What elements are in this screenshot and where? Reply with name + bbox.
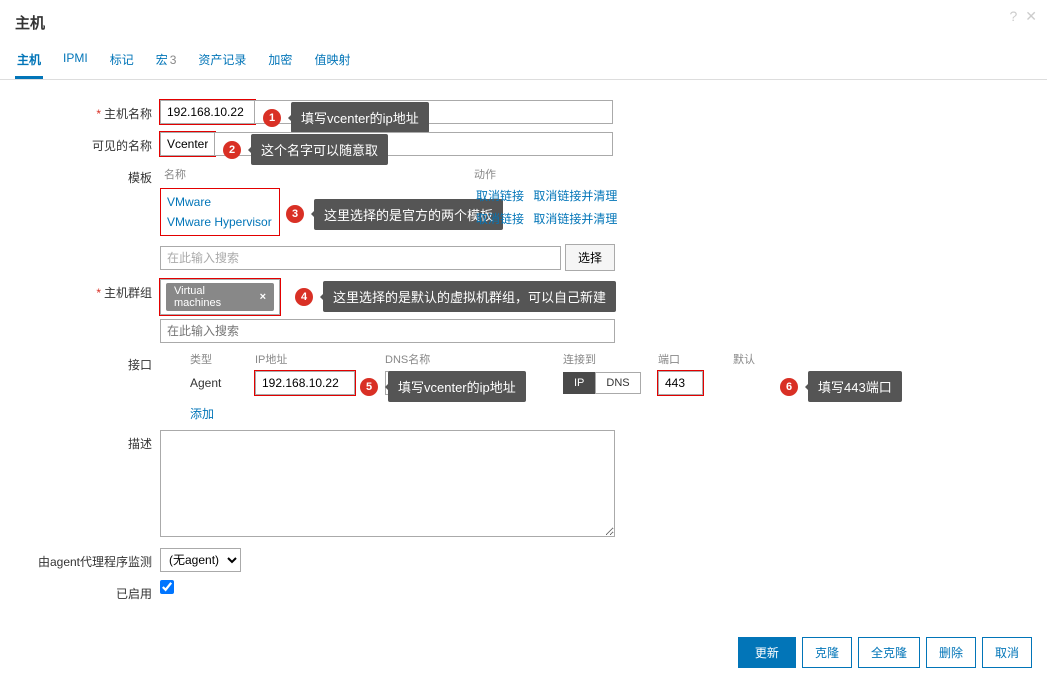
label-visible-name: 可见的名称 [92,139,152,153]
tab-macros[interactable]: 宏3 [154,43,179,79]
unlink-clear-link[interactable]: 取消链接并清理 [533,212,617,226]
connect-ip-toggle[interactable]: IP [563,372,595,394]
visible-name-input[interactable] [160,132,215,156]
tab-tags[interactable]: 标记 [108,43,136,79]
tab-inventory[interactable]: 资产记录 [196,43,248,79]
clone-button[interactable]: 克隆 [802,637,852,668]
group-tag: Virtual machines× [166,283,274,311]
group-search-input[interactable] [160,319,615,343]
proxy-select[interactable]: (无agent) [160,548,241,572]
host-dialog: 主机 ? ✕ 主机 IPMI 标记 宏3 资产记录 加密 值映射 *主机名称 1… [0,0,1047,683]
template-col-name: 名称 [164,166,474,182]
description-textarea[interactable] [160,430,615,537]
template-link[interactable]: VMware Hypervisor [161,212,279,232]
titlebar: 主机 ? ✕ [0,0,1047,43]
visible-name-input-ext[interactable] [215,132,613,156]
annotation-badge-3: 3 [286,205,304,223]
iface-type: Agent [190,376,255,390]
template-col-action: 动作 [474,166,496,182]
update-button[interactable]: 更新 [738,637,796,668]
label-monitored-by: 由agent代理程序监测 [38,555,152,569]
form: *主机名称 1 填写vcenter的ip地址 可见的名称 2 这个名字可以随意取 [0,80,1047,625]
unlink-link[interactable]: 取消链接 [476,189,524,203]
hostname-input[interactable] [160,100,255,124]
label-description: 描述 [128,437,152,451]
annotation-badge-6: 6 [780,378,798,396]
close-icon[interactable]: ✕ [1025,8,1037,25]
full-clone-button[interactable]: 全克隆 [858,637,920,668]
tab-encryption[interactable]: 加密 [266,43,294,79]
unlink-link[interactable]: 取消链接 [476,212,524,226]
titlebar-actions: ? ✕ [1009,8,1037,25]
dialog-title: 主机 [15,12,45,33]
iface-col-connect: 连接到 [563,351,658,367]
iface-col-type: 类型 [190,351,255,367]
tab-ipmi[interactable]: IPMI [61,43,90,79]
add-interface-link[interactable]: 添加 [190,407,214,421]
annotation-badge-4: 4 [295,288,313,306]
group-input-selected[interactable]: Virtual machines× [160,279,280,315]
iface-ip-input[interactable] [255,371,355,395]
iface-col-port: 端口 [658,351,733,367]
unlink-clear-link[interactable]: 取消链接并清理 [533,189,617,203]
iface-col-default: 默认 [733,351,793,367]
iface-port-input[interactable] [658,371,703,395]
remove-tag-icon[interactable]: × [260,291,266,303]
template-search-input[interactable] [160,246,561,270]
annotation-text-4: 这里选择的是默认的虚拟机群组，可以自己新建 [323,281,616,312]
connect-dns-toggle[interactable]: DNS [595,372,640,394]
iface-col-dns: DNS名称 [385,351,563,367]
tab-valuemap[interactable]: 值映射 [312,43,352,79]
tab-host[interactable]: 主机 [15,43,43,79]
tabs: 主机 IPMI 标记 宏3 资产记录 加密 值映射 [0,43,1047,80]
label-hostname: 主机名称 [104,107,152,121]
cancel-button[interactable]: 取消 [982,637,1032,668]
label-groups: 主机群组 [104,286,152,300]
enabled-checkbox[interactable] [160,580,174,594]
template-select-button[interactable]: 选择 [565,244,615,271]
template-actions: 取消链接 取消链接并清理 取消链接 取消链接并清理 [470,184,617,230]
delete-button[interactable]: 删除 [926,637,976,668]
template-list: VMware VMware Hypervisor [160,188,280,236]
label-interfaces: 接口 [128,358,152,372]
template-link[interactable]: VMware [161,192,279,212]
iface-dns-input[interactable] [385,371,520,395]
label-templates: 模板 [128,171,152,185]
iface-col-ip: IP地址 [255,351,385,367]
footer: 更新 克隆 全克隆 删除 取消 [0,625,1047,683]
hostname-input-ext[interactable] [255,100,613,124]
label-enabled: 已启用 [116,587,152,601]
help-icon[interactable]: ? [1009,8,1017,25]
